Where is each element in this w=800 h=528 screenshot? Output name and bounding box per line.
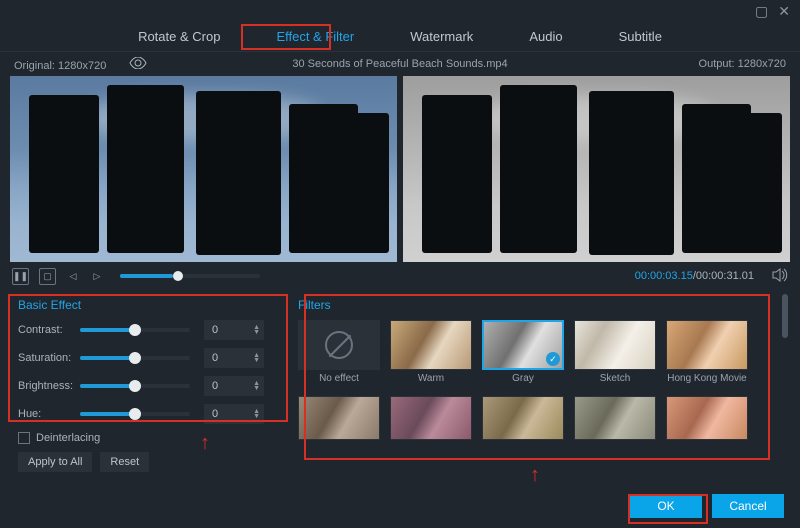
check-icon: ✓: [546, 352, 560, 366]
filter-thumb[interactable]: [482, 396, 564, 440]
reset-button[interactable]: Reset: [100, 452, 149, 472]
saturation-label: Saturation:: [18, 352, 80, 364]
filter-thumb[interactable]: [574, 396, 656, 440]
basic-effect-panel: Basic Effect Contrast: 0▲▼ Saturation: 0…: [10, 292, 282, 468]
original-resolution: Original: 1280x720: [14, 60, 106, 72]
hue-label: Hue:: [18, 408, 80, 420]
filter-warm-label: Warm: [418, 373, 444, 384]
tab-effect-filter[interactable]: Effect & Filter: [268, 25, 362, 48]
filter-none[interactable]: [298, 320, 380, 370]
filters-panel: Filters No effect Warm ✓ Gray Sketch Hon…: [290, 292, 790, 468]
filter-sketch-label: Sketch: [600, 373, 631, 384]
tab-watermark[interactable]: Watermark: [402, 25, 481, 48]
minimize-button[interactable]: ▢: [755, 3, 768, 20]
filter-warm[interactable]: [390, 320, 472, 370]
output-resolution: Output: 1280x720: [699, 58, 786, 70]
basic-effect-title: Basic Effect: [18, 298, 274, 312]
tab-bar: Rotate & Crop Effect & Filter Watermark …: [0, 22, 800, 52]
tab-rotate-crop[interactable]: Rotate & Crop: [130, 25, 228, 48]
tab-subtitle[interactable]: Subtitle: [611, 25, 670, 48]
preview-toggle-icon[interactable]: [129, 60, 147, 72]
cancel-button[interactable]: Cancel: [712, 494, 784, 518]
filter-thumb[interactable]: [666, 396, 748, 440]
output-preview: [403, 76, 790, 262]
filter-gray-label: Gray: [512, 373, 534, 384]
next-frame-button[interactable]: ▷: [90, 268, 104, 285]
filters-scrollbar[interactable]: [782, 294, 788, 338]
info-bar: Original: 1280x720 30 Seconds of Peacefu…: [0, 52, 800, 76]
filter-hong-kong-movie[interactable]: [666, 320, 748, 370]
brightness-label: Brightness:: [18, 380, 80, 392]
saturation-slider[interactable]: [80, 356, 190, 360]
hue-slider[interactable]: [80, 412, 190, 416]
none-icon: [325, 331, 353, 359]
annotation-arrow-icon: ↑: [200, 432, 210, 455]
contrast-slider[interactable]: [80, 328, 190, 332]
filter-sketch[interactable]: [574, 320, 656, 370]
deinterlacing-checkbox[interactable]: [18, 432, 30, 444]
total-time: /00:00:31.01: [693, 270, 754, 282]
brightness-slider[interactable]: [80, 384, 190, 388]
filter-hk-label: Hong Kong Movie: [667, 373, 747, 384]
pause-button[interactable]: ❚❚: [12, 268, 29, 285]
hue-stepper[interactable]: 0▲▼: [204, 404, 264, 424]
progress-slider[interactable]: [120, 274, 260, 278]
apply-to-all-button[interactable]: Apply to All: [18, 452, 92, 472]
close-button[interactable]: ✕: [778, 3, 790, 20]
filter-thumb[interactable]: [390, 396, 472, 440]
filter-none-label: No effect: [319, 373, 359, 384]
playback-bar: ❚❚ ▢ ◁ ▷ 00:00:03.15/00:00:31.01: [0, 262, 800, 290]
stop-button[interactable]: ▢: [39, 268, 56, 285]
tab-audio[interactable]: Audio: [521, 25, 570, 48]
current-time: 00:00:03.15: [635, 270, 693, 282]
filter-gray[interactable]: ✓: [482, 320, 564, 370]
volume-icon[interactable]: [772, 268, 788, 285]
original-preview: [10, 76, 397, 262]
contrast-label: Contrast:: [18, 324, 80, 336]
deinterlacing-label: Deinterlacing: [36, 432, 100, 444]
filters-title: Filters: [298, 298, 782, 312]
annotation-arrow-icon: ↑: [530, 464, 540, 487]
saturation-stepper[interactable]: 0▲▼: [204, 348, 264, 368]
brightness-stepper[interactable]: 0▲▼: [204, 376, 264, 396]
filter-thumb[interactable]: [298, 396, 380, 440]
contrast-stepper[interactable]: 0▲▼: [204, 320, 264, 340]
ok-button[interactable]: OK: [630, 494, 702, 518]
prev-frame-button[interactable]: ◁: [66, 268, 80, 285]
